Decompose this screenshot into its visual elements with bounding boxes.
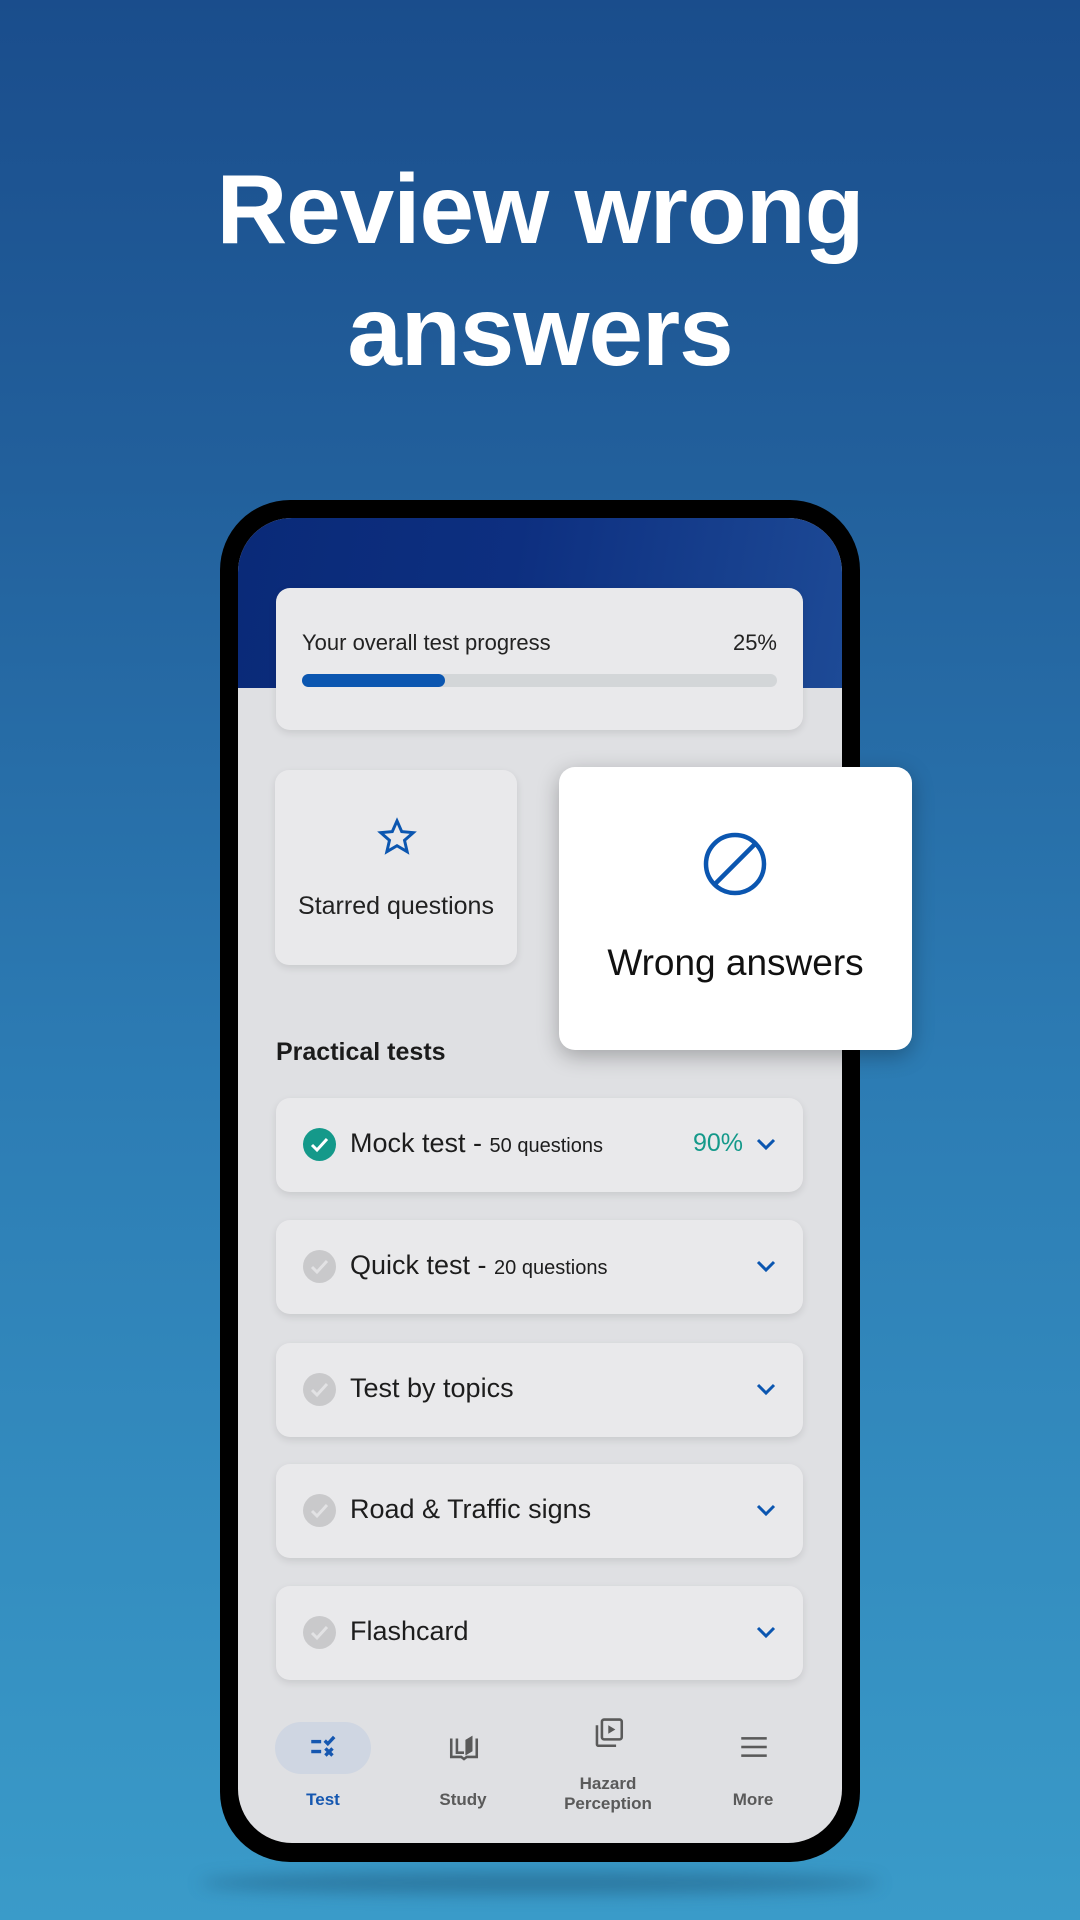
starred-questions-label: Starred questions <box>298 892 494 920</box>
wrong-answers-card[interactable]: Wrong answers <box>559 767 912 1050</box>
wrong-answers-label: Wrong answers <box>607 942 864 983</box>
nav-label-hazard-perception: Hazard Perception <box>564 1774 652 1813</box>
test-item[interactable]: Test by topics <box>276 1343 803 1437</box>
test-item-name: Flashcard <box>350 1616 469 1646</box>
progress-fill <box>302 674 445 687</box>
phone-screen: Your overall test progress 25% Starred q… <box>238 518 842 1843</box>
chevron-down-icon[interactable] <box>755 1502 777 1518</box>
check-circle-icon <box>303 1616 336 1649</box>
headline: Review wrong answers <box>0 148 1080 392</box>
test-item[interactable]: Quick test - 20 questions <box>276 1220 803 1314</box>
test-item[interactable]: Road & Traffic signs <box>276 1464 803 1558</box>
block-icon <box>703 832 767 896</box>
test-item-name: Quick test - <box>350 1250 495 1280</box>
test-item-score: 90% <box>692 1129 743 1157</box>
chevron-down-icon[interactable] <box>755 1258 777 1274</box>
test-item-name: Mock test - <box>350 1128 490 1158</box>
test-item-title: Test by topics <box>350 1373 514 1404</box>
test-item-title: Road & Traffic signs <box>350 1494 591 1525</box>
chevron-down-icon[interactable] <box>755 1136 777 1152</box>
starred-questions-card[interactable]: Starred questions <box>275 770 517 965</box>
nav-label-more: More <box>732 1790 774 1809</box>
test-checklist-icon <box>311 1735 336 1757</box>
star-outline-icon <box>377 817 417 855</box>
test-item-question-count: 20 questions <box>494 1257 608 1279</box>
test-item[interactable]: Flashcard <box>276 1586 803 1680</box>
test-item[interactable]: Mock test - 50 questions 90% <box>276 1098 803 1192</box>
phone-shadow <box>200 1872 880 1894</box>
bottom-nav: Test Study Hazard Perception More <box>238 1698 842 1843</box>
book-icon <box>449 1735 479 1761</box>
nav-label-test: Test <box>306 1790 340 1809</box>
headline-line-1: Review wrong <box>216 154 865 264</box>
check-circle-icon <box>303 1250 336 1283</box>
chevron-down-icon[interactable] <box>755 1381 777 1397</box>
video-library-icon <box>595 1718 624 1748</box>
check-circle-icon <box>303 1494 336 1527</box>
phone-frame: Your overall test progress 25% Starred q… <box>220 500 860 1862</box>
progress-label: Your overall test progress <box>302 630 551 655</box>
test-item-title: Mock test - 50 questions <box>350 1128 603 1159</box>
menu-icon <box>741 1737 767 1757</box>
chevron-down-icon[interactable] <box>755 1624 777 1640</box>
nav-label-study: Study <box>439 1790 487 1809</box>
test-item-title: Quick test - 20 questions <box>350 1250 607 1281</box>
test-item-question-count: 50 questions <box>489 1135 603 1157</box>
test-item-title: Flashcard <box>350 1616 469 1647</box>
check-circle-icon <box>303 1373 336 1406</box>
progress-track <box>302 674 777 687</box>
progress-value: 25% <box>732 630 777 655</box>
progress-card: Your overall test progress 25% <box>276 588 803 730</box>
test-item-name: Test by topics <box>350 1373 514 1403</box>
test-item-name: Road & Traffic signs <box>350 1494 592 1524</box>
check-circle-icon <box>303 1128 336 1161</box>
headline-line-2: answers <box>347 276 733 386</box>
practical-tests-title: Practical tests <box>276 1038 446 1066</box>
